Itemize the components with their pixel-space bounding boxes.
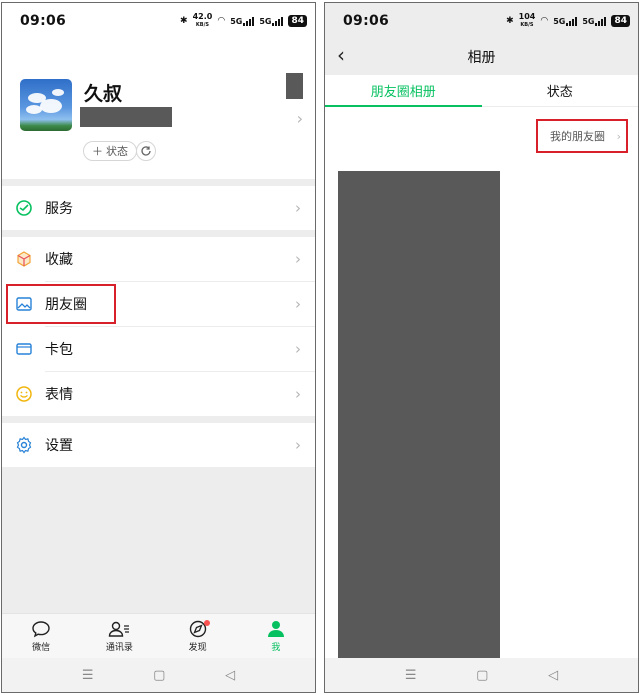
bluetooth-icon: ✱ (506, 16, 514, 26)
signal-icon-2: 5G (259, 16, 284, 26)
tab-label: 微信 (32, 643, 51, 653)
status-bar: 09:06 ✱ 42.0 KB/S ◠ 5G 5G 84 (2, 3, 315, 39)
title-bar: 09:06 ✱ 104 KB/S ◠ 5G 5G 84 ‹ 相册 (325, 3, 638, 81)
signal-icon-2: 5G (582, 16, 607, 26)
menu-label: 设置 (45, 438, 73, 454)
sticker-icon (16, 386, 32, 402)
tab-label: 通讯录 (105, 643, 133, 653)
section-gap (2, 416, 315, 423)
redacted-qr-code (286, 73, 303, 99)
tab-contacts[interactable]: 通讯录 (80, 614, 158, 659)
menu-label: 表情 (45, 387, 73, 403)
notification-dot (203, 620, 210, 626)
me-page-screen: 09:06 ✱ 42.0 KB/S ◠ 5G 5G 84 久叔 › ＋ 状态 服… (1, 2, 316, 693)
chevron-right-icon: › (295, 295, 301, 313)
network-speed: 104 KB/S (518, 12, 536, 29)
chevron-right-icon: › (295, 385, 301, 403)
album-screen: 09:06 ✱ 104 KB/S ◠ 5G 5G 84 ‹ 相册 朋友圈相册 状态… (324, 2, 639, 693)
chevron-right-icon: › (295, 340, 301, 358)
service-icon (16, 200, 32, 216)
chat-icon (32, 621, 50, 638)
tab-label: 发现 (188, 643, 207, 653)
nickname: 久叔 (84, 83, 123, 105)
refresh-icon (141, 146, 151, 156)
signal-icon: 5G (230, 16, 255, 26)
menu-item-settings[interactable]: 设置 › (2, 423, 315, 467)
signal-icon: 5G (553, 16, 578, 26)
menu-label: 服务 (45, 201, 73, 217)
settings-icon (16, 436, 32, 454)
tab-status[interactable]: 状态 (482, 75, 639, 106)
menu-label: 收藏 (45, 252, 73, 268)
card-wallet-icon (16, 343, 32, 355)
contacts-icon (109, 621, 130, 637)
redacted-wechat-id (80, 107, 172, 127)
chevron-right-icon: › (295, 250, 301, 268)
my-moments-button[interactable]: 我的朋友圈 › (536, 119, 628, 153)
clock: 09:06 (343, 13, 390, 29)
album-tabs: 朋友圈相册 状态 (325, 75, 638, 107)
profile-chevron-icon: › (296, 109, 303, 128)
system-nav-bar: ☰ ▢ ◁ (325, 658, 638, 692)
empty-area (2, 467, 315, 613)
wifi-icon: ◠ (540, 16, 549, 26)
chevron-right-icon: › (295, 436, 301, 454)
tab-label: 我 (271, 643, 281, 653)
bottom-tab-bar: 微信 通讯录 发现 我 (2, 613, 315, 659)
me-icon (267, 621, 284, 637)
profile-header[interactable]: 久叔 › ＋ 状态 (2, 39, 315, 179)
page-title: 相册 (467, 50, 496, 66)
menu-item-card-wallet[interactable]: 卡包 › (2, 327, 315, 371)
menu-icon[interactable]: ☰ (405, 668, 417, 683)
battery-icon: 84 (288, 15, 307, 27)
wifi-icon: ◠ (217, 16, 226, 26)
battery-icon: 84 (611, 15, 630, 27)
tab-discover[interactable]: 发现 (159, 614, 237, 659)
add-status-button[interactable]: ＋ 状态 (83, 141, 137, 161)
plus-icon: ＋ (92, 145, 103, 158)
menu-item-favorites[interactable]: 收藏 › (2, 237, 315, 281)
network-speed: 42.0 KB/S (192, 12, 213, 29)
home-icon[interactable]: ▢ (476, 668, 488, 683)
back-icon[interactable]: ◁ (548, 668, 558, 683)
tab-me[interactable]: 我 (237, 614, 315, 659)
menu-label: 卡包 (45, 342, 73, 358)
my-moments-label: 我的朋友圈 (550, 130, 605, 143)
refresh-status-button[interactable] (136, 141, 156, 161)
tab-chats[interactable]: 微信 (2, 614, 80, 659)
tab-moments-album[interactable]: 朋友圈相册 (325, 75, 482, 107)
menu-icon[interactable]: ☰ (82, 668, 94, 683)
chevron-right-icon: › (295, 199, 301, 217)
back-icon[interactable]: ◁ (225, 668, 235, 683)
status-icons: ✱ 42.0 KB/S ◠ 5G 5G 84 (180, 13, 307, 29)
chevron-right-icon: › (616, 129, 621, 143)
moments-highlight-box (6, 284, 116, 324)
section-gap (2, 230, 315, 237)
status-icons: ✱ 104 KB/S ◠ 5G 5G 84 (506, 13, 630, 29)
system-nav-bar: ☰ ▢ ◁ (2, 658, 315, 692)
section-gap (2, 179, 315, 186)
bluetooth-icon: ✱ (180, 16, 188, 26)
status-button-label: 状态 (106, 145, 128, 158)
home-icon[interactable]: ▢ (153, 668, 165, 683)
redacted-album-content (338, 171, 500, 659)
status-bar: 09:06 ✱ 104 KB/S ◠ 5G 5G 84 (325, 3, 638, 39)
favorites-icon (17, 251, 31, 267)
menu-item-stickers[interactable]: 表情 › (2, 372, 315, 416)
menu-item-services[interactable]: 服务 › (2, 186, 315, 230)
clock: 09:06 (20, 13, 67, 29)
avatar[interactable] (20, 79, 72, 131)
